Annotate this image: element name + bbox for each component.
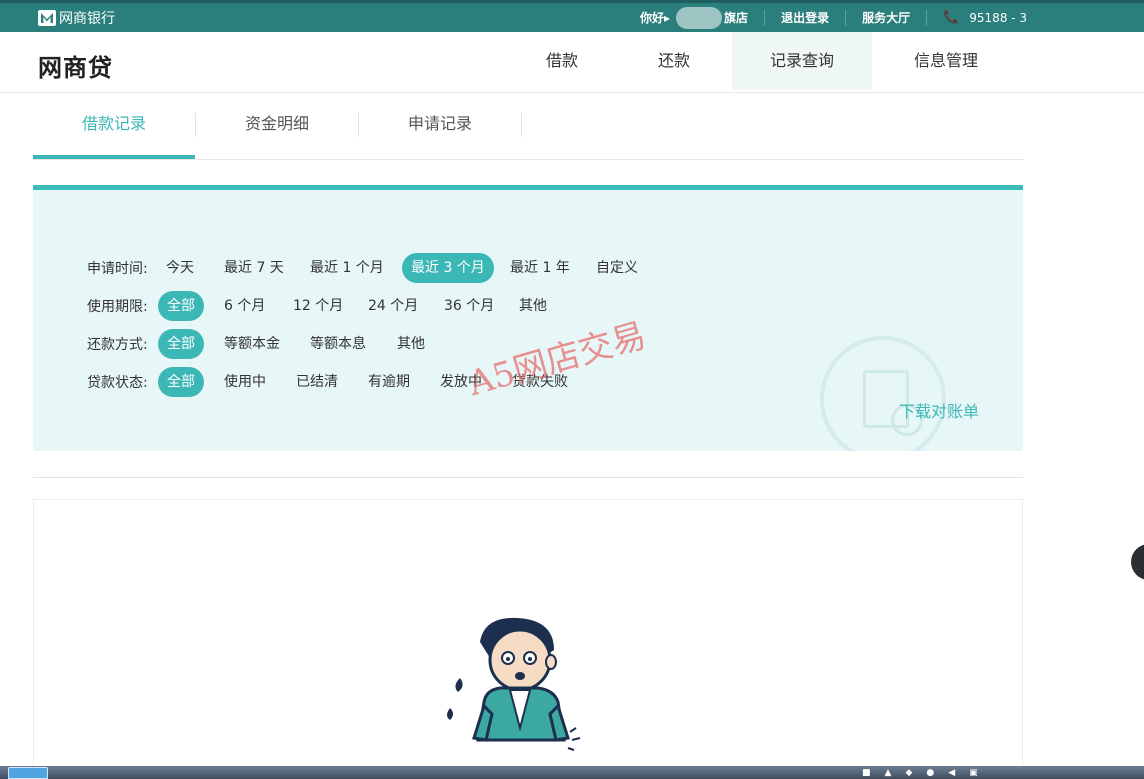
brand-logo[interactable]: 网商贷 [38, 48, 113, 83]
empty-pockets-illustration [447, 617, 581, 751]
tray-icon[interactable]: ▲ [885, 768, 892, 778]
section-divider [33, 477, 1023, 478]
filter-option[interactable]: 其他 [388, 329, 434, 359]
divider [845, 9, 847, 26]
greeting-arrow-icon: ▸ [664, 10, 671, 25]
phone-icon: 📞 [943, 10, 960, 25]
os-taskbar: ■ ▲ ◆ ● ◀ ▣ [0, 766, 1144, 779]
hotline: 📞 95188 - 3 [943, 10, 1027, 25]
tray-icon[interactable]: ● [926, 768, 934, 778]
filter-row-apply-time: 申请时间: 今天 最近 7 天 最近 1 个月 最近 3 个月 最近 1 年 自… [87, 253, 727, 283]
filter-option[interactable]: 6 个月 [215, 291, 274, 321]
nav-repay[interactable]: 还款 [640, 32, 708, 90]
mybank-logo-icon [38, 10, 56, 26]
filter-option[interactable]: 等额本金 [215, 329, 289, 359]
tab-fund-details[interactable]: 资金明细 [196, 95, 358, 155]
start-button[interactable] [8, 767, 48, 779]
tab-application-records[interactable]: 申请记录 [359, 95, 521, 155]
tray-icon[interactable]: ◀ [948, 768, 955, 778]
filter-option[interactable]: 最近 1 个月 [301, 253, 393, 283]
filter-option-selected[interactable]: 全部 [158, 291, 204, 321]
floating-help-button[interactable] [1131, 544, 1144, 580]
shop-name-suffix: 旗店 [724, 11, 749, 25]
filter-option-selected[interactable]: 全部 [158, 329, 204, 359]
filter-option[interactable]: 12 个月 [284, 291, 352, 321]
filter-option[interactable]: 使用中 [215, 367, 275, 397]
filter-label: 使用期限: [87, 299, 148, 315]
tray-icon[interactable]: ■ [862, 768, 871, 778]
tray-icon[interactable]: ◆ [905, 768, 912, 778]
filter-option[interactable]: 今天 [157, 253, 203, 283]
filter-option[interactable]: 自定义 [587, 253, 647, 283]
filter-row-term: 使用期限: 全部 6 个月 12 个月 24 个月 36 个月 其他 [87, 291, 607, 321]
tray-icon[interactable]: ▣ [969, 768, 978, 778]
top-right-links: 你好 ▸ 旗店 退出登录 服务大厅 📞 95188 - 3 [640, 3, 1027, 32]
filter-panel: 申请时间: 今天 最近 7 天 最近 1 个月 最近 3 个月 最近 1 年 自… [33, 185, 1023, 451]
filter-label: 申请时间: [87, 261, 148, 277]
filter-option[interactable]: 最近 1 年 [501, 253, 579, 283]
filter-option[interactable]: 其他 [510, 291, 556, 321]
filter-option[interactable]: 已结清 [287, 367, 347, 397]
filter-option-selected[interactable]: 全部 [158, 367, 204, 397]
top-bar: 网商银行 你好 ▸ 旗店 退出登录 服务大厅 📞 95188 - 3 [0, 0, 1144, 32]
filter-option[interactable]: 36 个月 [435, 291, 503, 321]
filter-row-repay-method: 还款方式: 全部 等额本金 等额本息 其他 [87, 329, 487, 359]
greeting-text: 你好 [640, 11, 665, 25]
system-tray: ■ ▲ ◆ ● ◀ ▣ [862, 768, 978, 778]
record-tabs: 借款记录 资金明细 申请记录 [33, 95, 1023, 160]
filter-option[interactable]: 有逾期 [359, 367, 419, 397]
divider [926, 9, 928, 26]
filter-option-selected[interactable]: 最近 3 个月 [402, 253, 494, 283]
filter-option[interactable]: 24 个月 [359, 291, 427, 321]
tab-loan-records[interactable]: 借款记录 [33, 95, 195, 159]
download-statement-link[interactable]: 下载对账单 [899, 398, 979, 422]
bank-name: 网商银行 [59, 11, 115, 27]
main-header: 网商贷 借款 还款 记录查询 信息管理 [0, 32, 1144, 93]
nav-borrow[interactable]: 借款 [528, 32, 596, 90]
filter-option[interactable]: 等额本息 [301, 329, 375, 359]
filter-option[interactable]: 最近 7 天 [215, 253, 293, 283]
service-hall-link[interactable]: 服务大厅 [862, 9, 910, 26]
hotline-number: 95188 - 3 [969, 10, 1028, 25]
filter-label: 还款方式: [87, 337, 148, 353]
records-list-area [33, 499, 1023, 769]
bank-logo[interactable]: 网商银行 [38, 8, 115, 28]
tab-divider [521, 113, 522, 137]
redacted-shop-name [676, 6, 723, 29]
filter-label: 贷款状态: [87, 375, 148, 391]
nav-record-query[interactable]: 记录查询 [732, 32, 872, 90]
divider [764, 9, 766, 26]
nav-info-management[interactable]: 信息管理 [898, 32, 994, 90]
user-greeting: 你好 ▸ 旗店 [640, 6, 749, 29]
logout-link[interactable]: 退出登录 [781, 9, 829, 26]
